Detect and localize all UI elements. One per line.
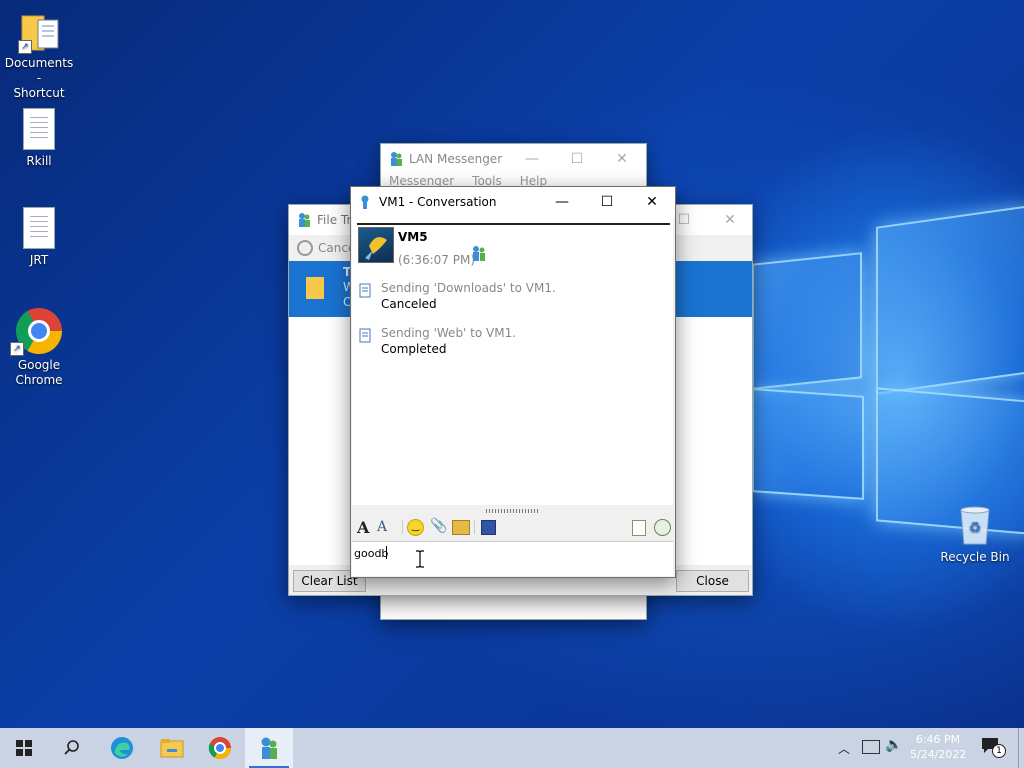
search-icon	[64, 740, 79, 755]
sender-name: VM5	[398, 230, 428, 244]
compose-toolbar: A A ‿ 📎	[352, 517, 673, 539]
desktop-icon-label: Google Chrome	[15, 358, 63, 387]
clock-time: 6:46 PM	[915, 733, 961, 746]
maximize-button[interactable]: ☐	[554, 144, 600, 174]
minimize-button[interactable]: —	[539, 187, 585, 217]
volume-icon[interactable]: 🔈	[885, 737, 902, 753]
folder-icon	[306, 277, 324, 299]
network-icon[interactable]	[862, 740, 880, 754]
toolbar-separator	[402, 520, 403, 534]
window-title: VM1 - Conversation	[379, 195, 497, 209]
message-status: Canceled	[381, 297, 437, 311]
cancel-icon	[297, 240, 313, 256]
document-icon	[23, 108, 55, 150]
window-title: LAN Messenger	[409, 152, 503, 166]
file-explorer-icon	[160, 739, 184, 758]
desktop-icon-label: JRT	[29, 253, 49, 267]
conversation-titlebar[interactable]: VM1 - Conversation — ☐ ✕	[351, 187, 675, 217]
text-caret	[386, 546, 387, 559]
message-input-text: goodb	[354, 547, 389, 560]
message-area[interactable]: VM5 (6:36:07 PM) Sending 'Downloads' to …	[352, 217, 673, 505]
message-text: Sending 'Downloads' to VM1.	[381, 281, 556, 295]
save-icon[interactable]	[481, 520, 496, 535]
close-button[interactable]: ✕	[599, 144, 645, 174]
desktop-icon-label: Recycle Bin	[940, 550, 1010, 564]
windows-logo-icon	[16, 740, 32, 756]
recycle-bin-icon: ♻	[955, 504, 995, 546]
wallpaper-pane	[752, 252, 862, 390]
lan-messenger-icon	[391, 152, 402, 166]
svg-text:♻: ♻	[969, 520, 982, 536]
chrome-icon: ↗	[10, 308, 62, 356]
file-transfer-icon	[359, 283, 371, 298]
message-timestamp: (6:36:07 PM)	[398, 253, 476, 267]
maximize-button[interactable]: ☐	[584, 187, 630, 217]
toolbar-separator	[474, 520, 475, 534]
splitter-handle[interactable]	[486, 509, 540, 513]
desktop-icon-google-chrome[interactable]: ↗ Google Chrome	[1, 308, 77, 388]
attach-file-icon[interactable]: 📎	[430, 518, 447, 534]
message-status: Completed	[381, 342, 447, 356]
lan-messenger-icon	[299, 213, 310, 227]
history-icon[interactable]	[632, 520, 646, 536]
message-text: Sending 'Web' to VM1.	[381, 326, 517, 340]
shortcut-arrow-icon: ↗	[18, 40, 32, 54]
clock-date: 5/24/2022	[910, 748, 967, 761]
taskbar: ︿ 🔈 6:46 PM 5/24/2022 1	[0, 728, 1024, 768]
folder-shortcut-icon: ↗	[18, 12, 59, 54]
taskbar-file-explorer[interactable]	[148, 728, 196, 768]
chrome-icon	[208, 737, 231, 759]
desktop-icon-rkill[interactable]: Rkill	[1, 108, 77, 169]
edge-icon	[111, 737, 133, 759]
ibeam-cursor-icon	[416, 550, 424, 568]
lan-messenger-icon	[261, 737, 277, 759]
close-button[interactable]: ✕	[629, 187, 675, 217]
emoticon-icon[interactable]: ‿	[407, 519, 424, 536]
send-folder-icon[interactable]	[452, 520, 470, 535]
broadcast-icon[interactable]	[654, 519, 671, 536]
desktop-icon-recycle-bin[interactable]: ♻ Recycle Bin	[937, 504, 1013, 565]
avatar	[358, 227, 394, 263]
lan-messenger-titlebar[interactable]: LAN Messenger — ☐ ✕	[381, 144, 646, 174]
desktop-icon-label: Documents - Shortcut	[4, 56, 74, 100]
desktop-icon-jrt[interactable]: JRT	[1, 207, 77, 268]
user-status-icon	[473, 246, 485, 261]
taskbar-chrome[interactable]	[196, 728, 244, 768]
conversation-icon	[361, 195, 369, 209]
show-desktop-button[interactable]	[1018, 728, 1024, 768]
notification-badge: 1	[992, 744, 1006, 758]
taskbar-edge[interactable]	[98, 728, 146, 768]
clock[interactable]: 6:46 PM 5/24/2022	[910, 732, 966, 762]
close-transfer-button[interactable]: Close	[676, 570, 749, 592]
show-hidden-icons-button[interactable]: ︿	[838, 740, 850, 757]
taskbar-lan-messenger[interactable]	[245, 728, 293, 768]
desktop-icon-label: Rkill	[26, 154, 52, 168]
search-button[interactable]	[48, 728, 96, 768]
wallpaper-pane	[752, 388, 864, 500]
font-icon[interactable]: A	[357, 518, 369, 537]
divider	[357, 223, 670, 225]
shortcut-arrow-icon: ↗	[10, 342, 24, 356]
document-icon	[23, 207, 55, 249]
conversation-window[interactable]: VM1 - Conversation — ☐ ✕ VM5 (6:36:07 PM…	[350, 186, 676, 578]
file-transfer-icon	[359, 328, 371, 343]
message-input[interactable]: goodb	[352, 541, 673, 576]
close-button[interactable]: ✕	[707, 205, 753, 235]
font-color-icon[interactable]: A	[377, 519, 387, 535]
start-button[interactable]	[0, 728, 48, 768]
wallpaper-pane	[876, 205, 1024, 395]
desktop-icon-documents-shortcut[interactable]: ↗ Documents - Shortcut	[1, 12, 77, 101]
minimize-button[interactable]: —	[509, 144, 555, 174]
notification-center-button[interactable]: 1	[980, 736, 1006, 758]
